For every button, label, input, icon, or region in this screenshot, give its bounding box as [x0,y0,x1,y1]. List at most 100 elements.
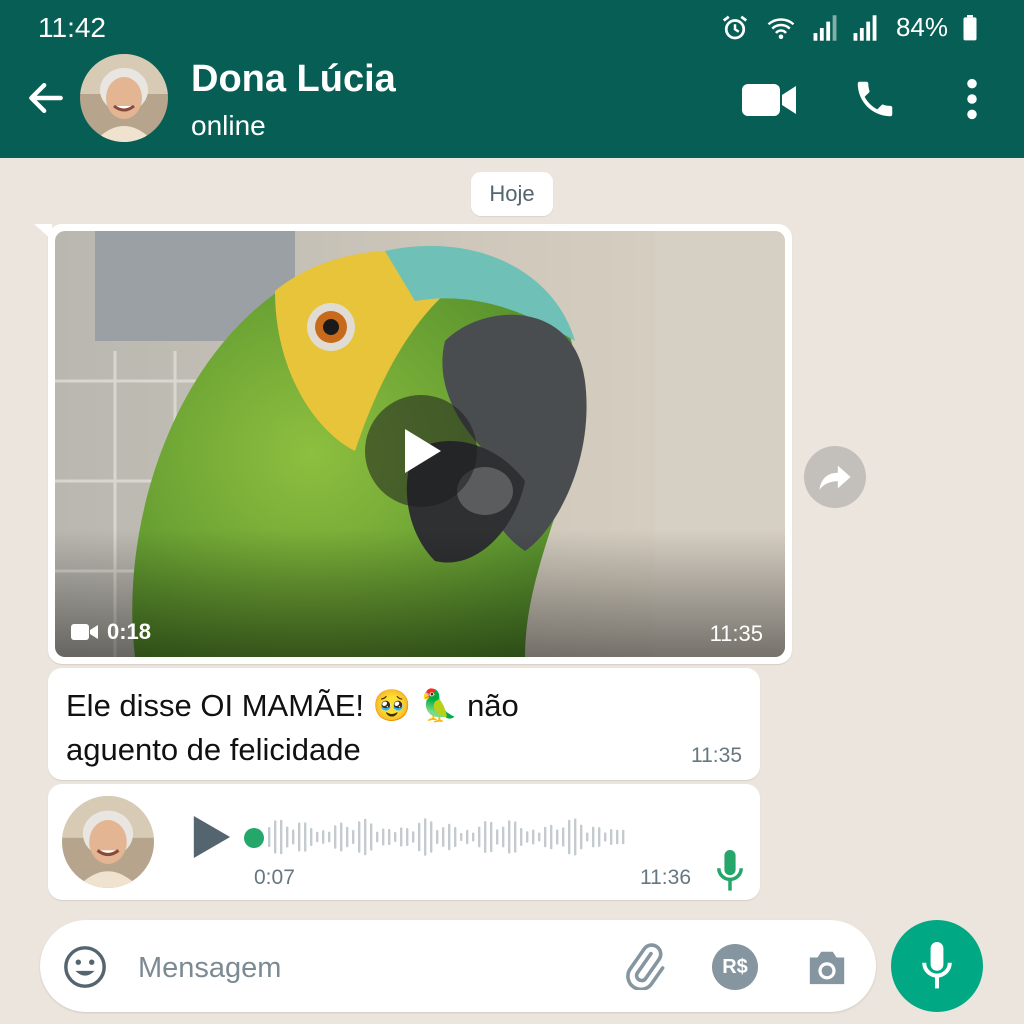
waveform-bar [538,832,541,842]
alarm-icon [722,15,748,39]
contact-avatar[interactable] [80,54,168,142]
contact-name[interactable]: Dona Lúcia [191,58,396,101]
waveform-bar [298,822,301,852]
mic-icon [922,942,952,989]
waveform-bar [478,826,481,848]
date-chip: Hoje [471,172,553,216]
video-play-button[interactable] [365,395,477,507]
wifi-icon [767,17,795,39]
waveform-bar [334,825,337,849]
waveform-bar [322,830,325,844]
forward-button[interactable] [804,446,866,508]
back-arrow-icon[interactable] [24,76,68,120]
waveform-bar [358,821,361,853]
waveform-bar [424,818,427,856]
waveform-bar [592,826,595,848]
video-message-bubble[interactable]: 0:18 11:35 [48,224,792,664]
waveform-bar [610,828,613,846]
contact-status: online [191,110,266,141]
waveform-bar [502,826,505,848]
voice-progress-dot[interactable] [244,828,264,848]
waveform-bar [454,826,457,848]
chat-header: 11:42 84% Dona Lúcia online [0,0,1024,158]
play-icon [405,429,441,473]
status-time: 11:42 [38,12,106,43]
waveform-bar [280,819,283,855]
waveform-bar [616,829,619,845]
waveform-bar [370,823,373,851]
waveform-bar [526,831,529,843]
voice-sender-avatar [62,796,154,888]
waveform-bar [388,828,391,846]
waveform-bar [496,829,499,845]
waveform-bar [580,824,583,850]
payment-icon[interactable]: R$ [712,944,758,990]
waveform-bar [514,821,517,853]
waveform-bar [544,826,547,848]
voice-duration: 0:07 [254,866,295,889]
waveform-bar [550,824,553,850]
waveform-bar [448,823,451,851]
waveform-bar [574,818,577,856]
waveform-bar [460,832,463,842]
waveform-bar [310,828,313,846]
forward-icon [819,465,851,490]
video-timestamp: 11:35 [709,621,763,646]
waveform-bar [418,822,421,852]
status-icons: 84% [720,12,978,43]
waveform-bar [436,830,439,844]
message-timestamp: 11:35 [691,744,742,767]
waveform-bar [430,821,433,853]
waveform-bar [604,832,607,842]
signal-icon [853,14,877,41]
waveform-bar [568,819,571,855]
waveform-bar [466,829,469,845]
message-text: Ele disse OI MAMÃE! 🥹 🦜 não aguento de f… [66,688,519,767]
waveform-bar [328,831,331,843]
attach-icon[interactable] [620,942,668,990]
waveform-bar [268,827,271,847]
status-bar: 11:42 84% [0,0,1024,58]
more-vert-icon[interactable] [958,78,986,120]
video-duration: 0:18 [71,619,151,645]
mic-icon [717,850,743,891]
waveform-bar [352,829,355,845]
signal-icon [813,14,837,41]
waveform-bar [472,832,475,842]
waveform-bar [400,827,403,847]
battery-icon [963,14,977,40]
waveform-bar [316,831,319,843]
voice-timestamp: 11:36 [640,866,691,889]
waveform-bar [286,826,289,848]
waveform-bar [346,826,349,848]
waveform-bar [586,832,589,842]
waveform-bar [556,829,559,845]
waveform-bar [520,827,523,847]
camera-icon[interactable] [804,946,850,988]
waveform-bar [292,829,295,845]
waveform-bar [412,831,415,843]
waveform-bar [508,820,511,854]
voice-record-button[interactable] [891,920,983,1012]
waveform-bar [490,821,493,853]
waveform-bar [532,829,535,845]
voice-waveform[interactable] [268,812,628,862]
waveform-bar [304,822,307,852]
waveform-bar [406,828,409,846]
waveform-bar [274,820,277,854]
waveform-bar [622,829,625,845]
video-thumbnail[interactable]: 0:18 11:35 [55,231,785,657]
video-call-icon[interactable] [740,78,798,122]
video-duration-text: 0:18 [107,619,152,644]
waveform-bar [394,832,397,842]
emoji-icon[interactable] [62,944,108,990]
battery-percent: 84% [895,12,948,42]
waveform-bar [598,827,601,847]
message-input[interactable] [138,948,598,988]
text-message-bubble[interactable]: Ele disse OI MAMÃE! 🥹 🦜 não aguento de f… [48,668,760,780]
waveform-bar [484,821,487,853]
voice-play-icon[interactable] [190,814,232,860]
phone-icon[interactable] [852,76,898,122]
video-camera-icon [71,624,98,640]
waveform-bar [382,828,385,846]
